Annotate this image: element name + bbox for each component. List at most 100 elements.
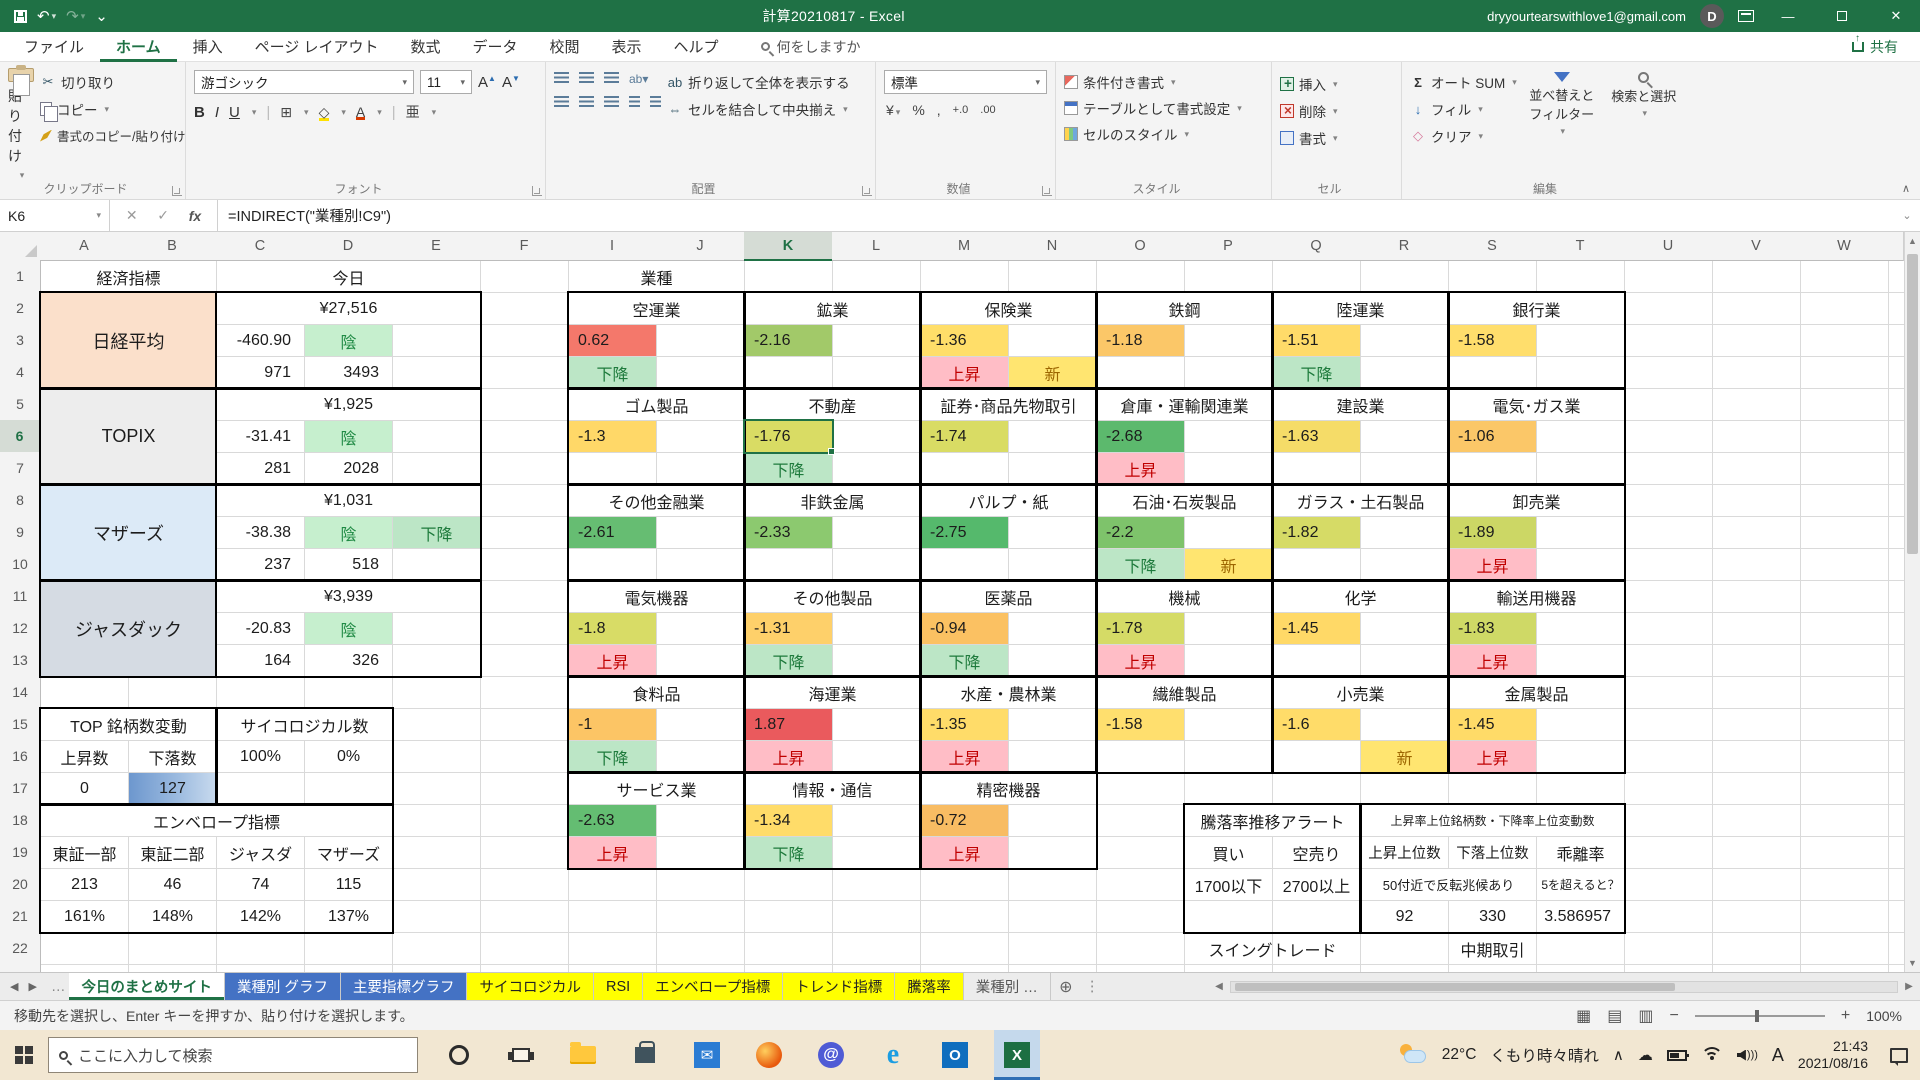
indicator-change[interactable]: -38.38 — [216, 516, 305, 549]
autosum-button[interactable]: Σオート SUM▾ — [1410, 72, 1517, 92]
row-header-2[interactable]: 2 — [0, 292, 41, 325]
indicator-change[interactable]: -31.41 — [216, 420, 305, 453]
industry-value[interactable]: -2.16 — [744, 324, 833, 357]
industry-value[interactable]: -1.58 — [1448, 324, 1537, 357]
indicator-name[interactable]: マザーズ — [40, 484, 217, 581]
paste-button[interactable]: 貼り付け▾ — [8, 68, 34, 181]
maximize-button[interactable] — [1822, 0, 1862, 32]
ribbon-tab-挿入[interactable]: 挿入 — [177, 32, 239, 62]
align-right-icon[interactable] — [604, 96, 619, 107]
share-button[interactable]: 共有 — [1852, 37, 1920, 57]
psychological-value[interactable]: 0% — [304, 740, 393, 773]
number-dialog-launcher-icon[interactable] — [1042, 186, 1052, 196]
industry-name[interactable]: 空運業 — [568, 292, 745, 325]
indent-icon[interactable] — [650, 96, 661, 107]
weather-icon[interactable] — [1398, 1044, 1428, 1066]
sheet-tab[interactable]: トレンド指標 — [783, 973, 895, 1000]
indicator-price[interactable]: ¥3,939 — [216, 580, 481, 613]
industry-trend[interactable]: 上昇 — [744, 740, 833, 773]
vertical-scroll-thumb[interactable] — [1907, 254, 1918, 554]
industry-new-flag[interactable] — [1360, 452, 1449, 485]
column-header-U[interactable]: U — [1624, 232, 1713, 261]
sort-filter-button[interactable]: 並べ替えとフィルター▾ — [1525, 68, 1599, 181]
industry-name[interactable]: 電気･ガス業 — [1448, 388, 1625, 421]
industry-trend[interactable]: 上昇 — [920, 740, 1009, 773]
industry-value[interactable]: -1.82 — [1272, 516, 1361, 549]
row-header-3[interactable]: 3 — [0, 324, 41, 357]
indicator-count[interactable]: 164 — [216, 644, 305, 677]
page-break-view-icon[interactable]: ▥ — [1638, 1006, 1653, 1026]
indicator-change[interactable]: -460.90 — [216, 324, 305, 357]
row-header-20[interactable]: 20 — [0, 868, 41, 901]
industry-new-flag[interactable] — [832, 548, 921, 581]
industry-value[interactable]: -1 — [568, 708, 657, 741]
envelope-percent[interactable]: 148% — [128, 900, 217, 933]
column-header-K[interactable]: K — [744, 232, 833, 261]
column-header-T[interactable]: T — [1536, 232, 1625, 261]
envelope-percent[interactable]: 142% — [216, 900, 305, 933]
sheet-tab-overflow[interactable]: … — [47, 973, 70, 1000]
indicator-price[interactable]: ¥1,925 — [216, 388, 481, 421]
sheet-tab[interactable]: エンベロープ指標 — [643, 973, 783, 1000]
delete-cells-button[interactable]: 削除▾ — [1280, 101, 1338, 121]
indicator-name[interactable]: 日経平均 — [40, 292, 217, 389]
industry-new-flag[interactable] — [1008, 836, 1097, 869]
row-header-13[interactable]: 13 — [0, 644, 41, 677]
industry-value[interactable]: -1.63 — [1272, 420, 1361, 453]
cell[interactable] — [1008, 612, 1097, 645]
sheet-tab[interactable]: 主要指標グラフ — [341, 973, 468, 1000]
ribbon-tab-数式[interactable]: 数式 — [394, 32, 456, 62]
clock[interactable]: 21:43 2021/08/16 — [1798, 1038, 1868, 1073]
orientation-icon[interactable]: ab▾ — [629, 72, 648, 86]
redo-icon[interactable]: ↷▾ — [66, 7, 85, 25]
envelope-count[interactable]: 115 — [304, 868, 393, 901]
fill-button[interactable]: ↓フィル▾ — [1410, 99, 1517, 119]
industry-new-flag[interactable] — [1536, 356, 1625, 389]
fall-count-value[interactable]: 127 — [128, 772, 217, 805]
today-header[interactable]: 今日 — [216, 260, 481, 293]
phonetic-button[interactable]: 亜 — [406, 102, 420, 122]
name-box[interactable]: K6▾ — [0, 200, 110, 231]
industry-name[interactable]: 金属製品 — [1448, 676, 1625, 709]
insert-function-icon[interactable]: fx — [189, 208, 201, 224]
save-icon[interactable] — [14, 10, 27, 23]
industry-new-flag[interactable] — [656, 644, 745, 677]
row-header-23[interactable]: 23 — [0, 964, 41, 972]
industry-trend[interactable] — [1272, 548, 1361, 581]
cell[interactable] — [832, 516, 921, 549]
industry-trend[interactable]: 上昇 — [920, 356, 1009, 389]
row-header-10[interactable]: 10 — [0, 548, 41, 581]
industry-trend[interactable] — [1096, 356, 1185, 389]
cell[interactable] — [1360, 324, 1449, 357]
industry-name[interactable]: その他製品 — [744, 580, 921, 613]
industry-value[interactable]: -1.89 — [1448, 516, 1537, 549]
industry-value[interactable]: -1.8 — [568, 612, 657, 645]
start-button[interactable] — [0, 1030, 48, 1080]
industry-name[interactable]: 情報・通信 — [744, 772, 921, 805]
envelope-count[interactable]: 74 — [216, 868, 305, 901]
ribbon-tab-データ[interactable]: データ — [456, 32, 533, 62]
font-size-select[interactable]: 11▾ — [420, 70, 472, 94]
row-header-22[interactable]: 22 — [0, 932, 41, 965]
column-header-E[interactable]: E — [392, 232, 481, 261]
cell[interactable] — [656, 612, 745, 645]
industry-new-flag[interactable] — [1360, 548, 1449, 581]
column-header-I[interactable]: I — [568, 232, 657, 261]
zoom-out-icon[interactable]: − — [1670, 1007, 1679, 1025]
indicator-name[interactable]: TOPIX — [40, 388, 217, 485]
envelope-title[interactable]: エンベロープ指標 — [40, 804, 393, 837]
industry-new-flag[interactable] — [1008, 740, 1097, 773]
insert-cells-button[interactable]: 挿入▾ — [1280, 74, 1338, 94]
fill-handle[interactable] — [828, 448, 835, 455]
cell[interactable] — [392, 356, 481, 389]
cell[interactable] — [656, 420, 745, 453]
industry-new-flag[interactable] — [1536, 452, 1625, 485]
industry-trend[interactable] — [1448, 452, 1537, 485]
industry-name[interactable]: 化学 — [1272, 580, 1449, 613]
industry-name[interactable]: 銀行業 — [1448, 292, 1625, 325]
industry-new-flag[interactable] — [1184, 644, 1273, 677]
percent-format-icon[interactable]: % — [912, 102, 924, 118]
weather-temp[interactable]: 22°C — [1442, 1046, 1477, 1064]
account-email[interactable]: dryyourtearswithlove1@gmail.com — [1487, 9, 1686, 24]
column-header-N[interactable]: N — [1008, 232, 1097, 261]
